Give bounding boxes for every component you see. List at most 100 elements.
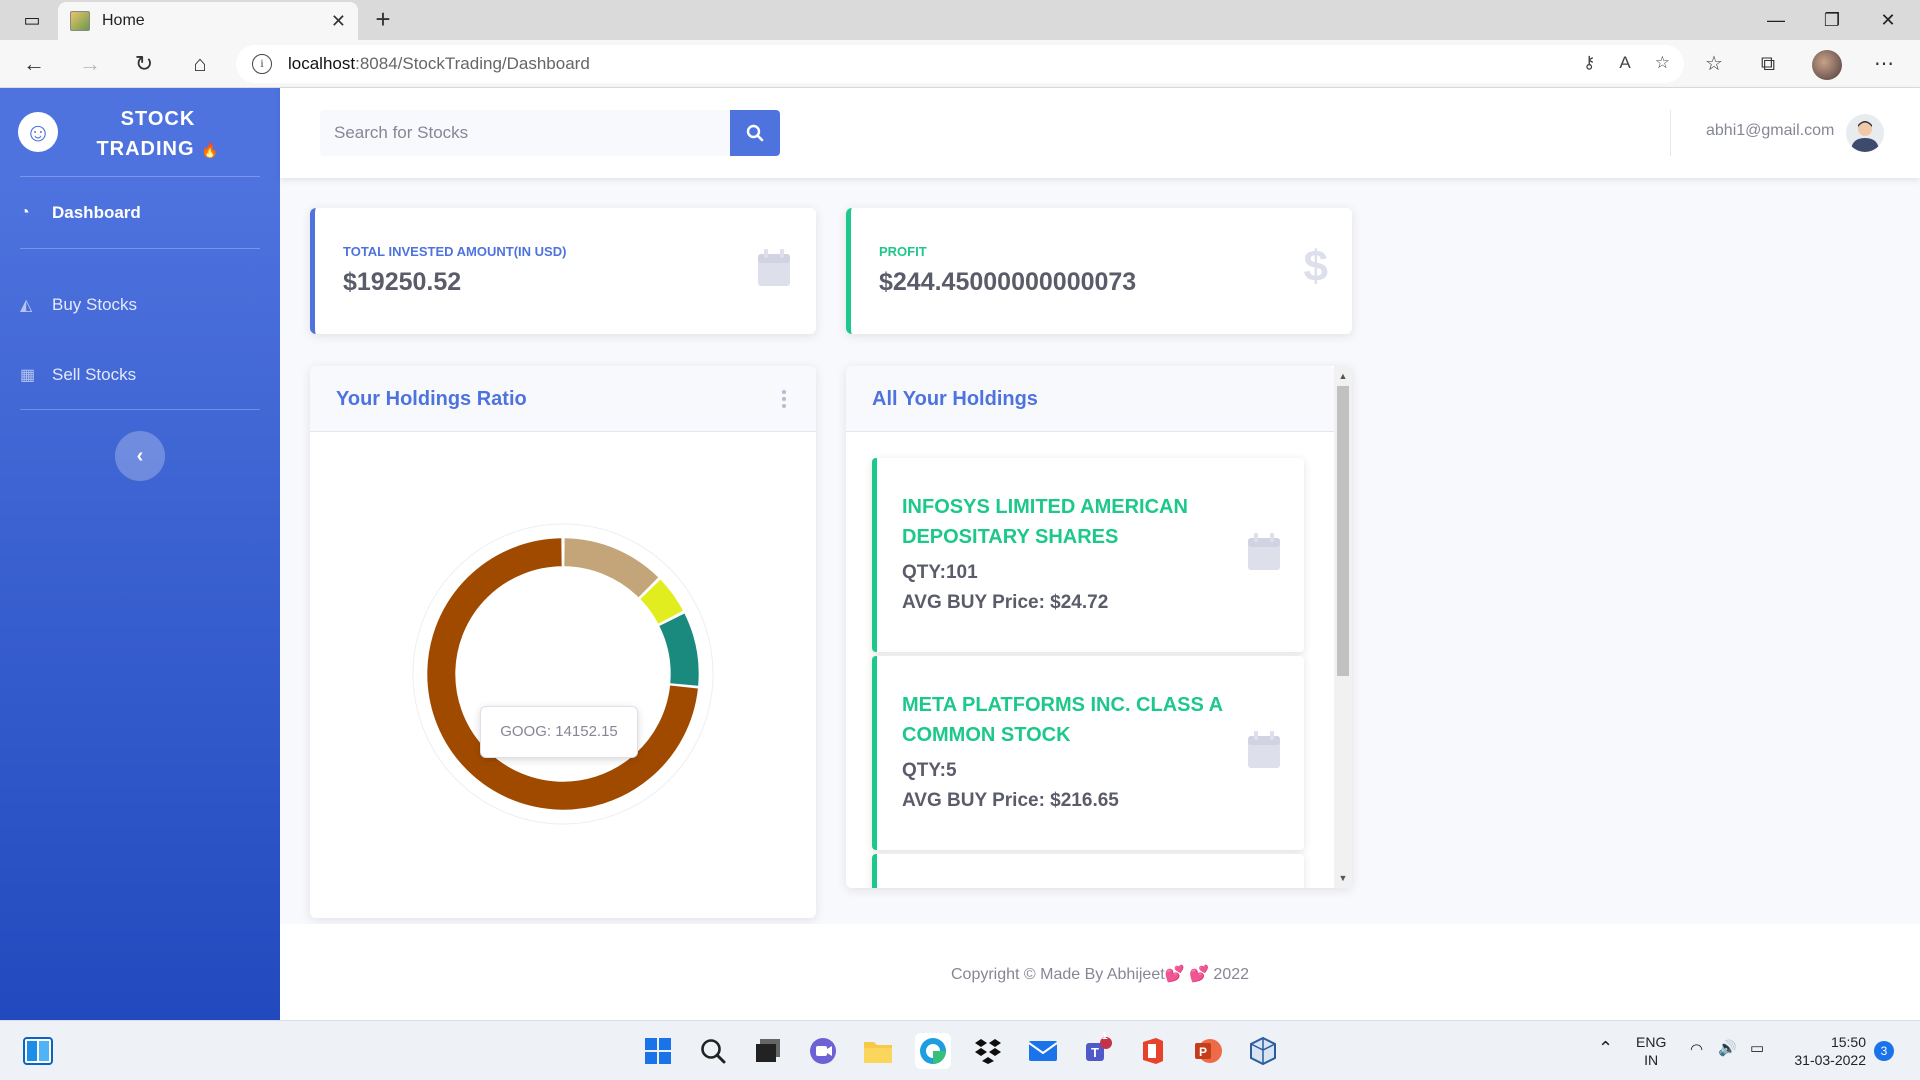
brand[interactable]: ☺ STOCK TRADING 🔥	[0, 88, 280, 176]
site-info-icon[interactable]: i	[252, 54, 272, 74]
dropbox-icon[interactable]	[970, 1033, 1006, 1069]
language-indicator[interactable]: ENG IN	[1636, 1033, 1666, 1069]
topbar: abhi1@gmail.com	[280, 88, 1920, 178]
start-icon[interactable]	[640, 1033, 676, 1069]
tab-close-icon[interactable]: ✕	[331, 11, 346, 32]
app-cube-icon[interactable]	[1245, 1033, 1281, 1069]
donut-slice-yellow[interactable]	[640, 579, 683, 625]
holdings-ratio-title: Your Holdings Ratio	[336, 388, 527, 410]
minimize-icon[interactable]: —	[1748, 0, 1804, 40]
user-avatar[interactable]	[1846, 114, 1884, 152]
scrollbar-thumb[interactable]	[1337, 386, 1349, 676]
tachometer-icon: ◔	[20, 204, 30, 221]
search-input[interactable]	[320, 110, 730, 156]
clock[interactable]: 15:50 31-03-2022	[1786, 1033, 1866, 1069]
url-path: :8084/StockTrading/Dashboard	[355, 54, 590, 73]
donut-slice-teal[interactable]	[659, 613, 699, 686]
browser-toolbar: ← → ↻ ⌂ i localhost:8084/StockTrading/Da…	[0, 40, 1920, 88]
holding-card[interactable]: INFOSYS LIMITED AMERICAN DEPOSITARY SHAR…	[872, 458, 1304, 652]
tray-chevron-icon[interactable]: ⌃	[1598, 1039, 1613, 1057]
footer: Copyright © Made By Abhijeet💕 💕 2022	[280, 924, 1920, 1020]
holding-avg-price: AVG BUY Price: $24.72	[902, 592, 1109, 613]
profit-card: PROFIT $244.45000000000073 $	[846, 208, 1352, 334]
read-aloud-icon[interactable]: A	[1619, 53, 1630, 73]
flame-icon: 🔥	[201, 142, 220, 158]
powerpoint-icon[interactable]: P	[1190, 1033, 1226, 1069]
search-button[interactable]	[730, 110, 780, 156]
scroll-down-icon[interactable]: ▼	[1334, 870, 1352, 886]
battery-icon[interactable]: ▭	[1750, 1040, 1764, 1058]
copyright-year: 2022	[1213, 966, 1250, 983]
holding-name: META PLATFORMS INC. CLASS A COMMON STOCK	[902, 694, 1223, 746]
reload-icon[interactable]: ↻	[128, 49, 160, 79]
file-explorer-icon[interactable]	[860, 1033, 896, 1069]
collections-icon[interactable]: ⧉	[1752, 49, 1784, 79]
donut-slice-tan[interactable]	[563, 538, 659, 598]
browser-tab-home[interactable]: Home ✕	[58, 2, 358, 40]
more-options-icon[interactable]	[782, 390, 786, 408]
volume-icon[interactable]: 🔊	[1718, 1040, 1737, 1058]
hearts-icon: 💕 💕	[1164, 966, 1209, 983]
home-icon[interactable]: ⌂	[184, 49, 216, 79]
area-chart-icon: ◭	[20, 297, 33, 314]
profit-value: $244.45000000000073	[879, 268, 1137, 296]
search-icon[interactable]	[695, 1033, 731, 1069]
browser-tab-bar: ▭ Home ✕ + — ❐ ✕	[0, 0, 1920, 40]
office-icon[interactable]	[1135, 1033, 1171, 1069]
brand-line1: STOCK	[120, 108, 196, 130]
more-menu-icon[interactable]: ⋯	[1868, 49, 1900, 79]
sidebar-divider	[20, 176, 260, 177]
holding-qty: QTY:5	[902, 760, 957, 781]
sidebar: ☺ STOCK TRADING 🔥 ◔ Dashboard ◭ Buy Stoc…	[0, 88, 280, 1020]
teams-badge: 1	[1102, 1031, 1108, 1042]
holdings-ratio-card: Your Holdings Ratio	[310, 366, 816, 918]
tab-title: Home	[102, 12, 145, 29]
add-favorite-icon[interactable]: ☆	[1655, 53, 1670, 73]
invested-card: TOTAL INVESTED AMOUNT(IN USD) $19250.52	[310, 208, 816, 334]
window-close-icon[interactable]: ✕	[1860, 0, 1916, 40]
holdings-scrollbar[interactable]: ▲ ▼	[1334, 366, 1352, 888]
profit-label: PROFIT	[879, 244, 927, 259]
sidebar-item-dashboard[interactable]: ◔ Dashboard	[20, 198, 260, 228]
scroll-up-icon[interactable]: ▲	[1334, 368, 1352, 384]
back-icon[interactable]: ←	[18, 49, 50, 79]
sidebar-item-sell-stocks[interactable]: ▦ Sell Stocks	[20, 360, 260, 390]
copyright-text: Copyright © Made By Abhijeet💕 💕 2022	[280, 964, 1920, 984]
holdings-donut-chart	[412, 523, 714, 825]
tab-actions-icon[interactable]: ▭	[4, 0, 60, 40]
search-icon	[746, 124, 764, 142]
holding-name: INFOSYS LIMITED AMERICAN DEPOSITARY SHAR…	[902, 496, 1188, 548]
calendar-icon	[758, 249, 790, 286]
invested-label: TOTAL INVESTED AMOUNT(IN USD)	[343, 244, 567, 259]
holding-qty: QTY:101	[902, 562, 978, 583]
forward-icon[interactable]: →	[74, 49, 106, 79]
notification-badge[interactable]: 3	[1874, 1041, 1894, 1061]
url-host: localhost	[288, 54, 356, 73]
holding-card[interactable]	[872, 854, 1304, 888]
browser-profile-avatar[interactable]	[1812, 50, 1842, 80]
topbar-divider	[1670, 110, 1671, 156]
wifi-icon[interactable]: ◠	[1690, 1041, 1703, 1059]
sidebar-item-buy-stocks[interactable]: ◭ Buy Stocks	[20, 290, 260, 320]
donut-slice-main[interactable]	[427, 538, 698, 810]
sidebar-toggle-button[interactable]: ‹	[115, 431, 165, 481]
restore-icon[interactable]: ❐	[1804, 0, 1860, 40]
user-email[interactable]: abhi1@gmail.com	[1706, 122, 1834, 140]
mail-icon[interactable]	[1025, 1033, 1061, 1069]
sidebar-item-label: Buy Stocks	[52, 295, 138, 314]
clock-time: 15:50	[1830, 1034, 1866, 1050]
edge-icon[interactable]	[915, 1033, 951, 1069]
task-view-icon[interactable]	[750, 1033, 786, 1069]
user-avatar-icon	[1851, 121, 1879, 152]
svg-text:T: T	[1091, 1045, 1099, 1060]
teams-icon[interactable]: T 1	[1080, 1031, 1116, 1069]
favorites-icon[interactable]: ☆	[1698, 49, 1730, 79]
holdings-ratio-header: Your Holdings Ratio	[310, 366, 816, 432]
sidebar-item-label: Dashboard	[52, 203, 141, 222]
address-bar[interactable]: i localhost:8084/StockTrading/Dashboard …	[236, 45, 1684, 83]
new-tab-icon[interactable]: +	[368, 4, 398, 34]
chat-icon[interactable]	[805, 1033, 841, 1069]
key-icon[interactable]: ⚷	[1583, 53, 1595, 73]
widgets-icon[interactable]	[20, 1033, 56, 1069]
holding-card[interactable]: META PLATFORMS INC. CLASS A COMMON STOCK…	[872, 656, 1304, 850]
